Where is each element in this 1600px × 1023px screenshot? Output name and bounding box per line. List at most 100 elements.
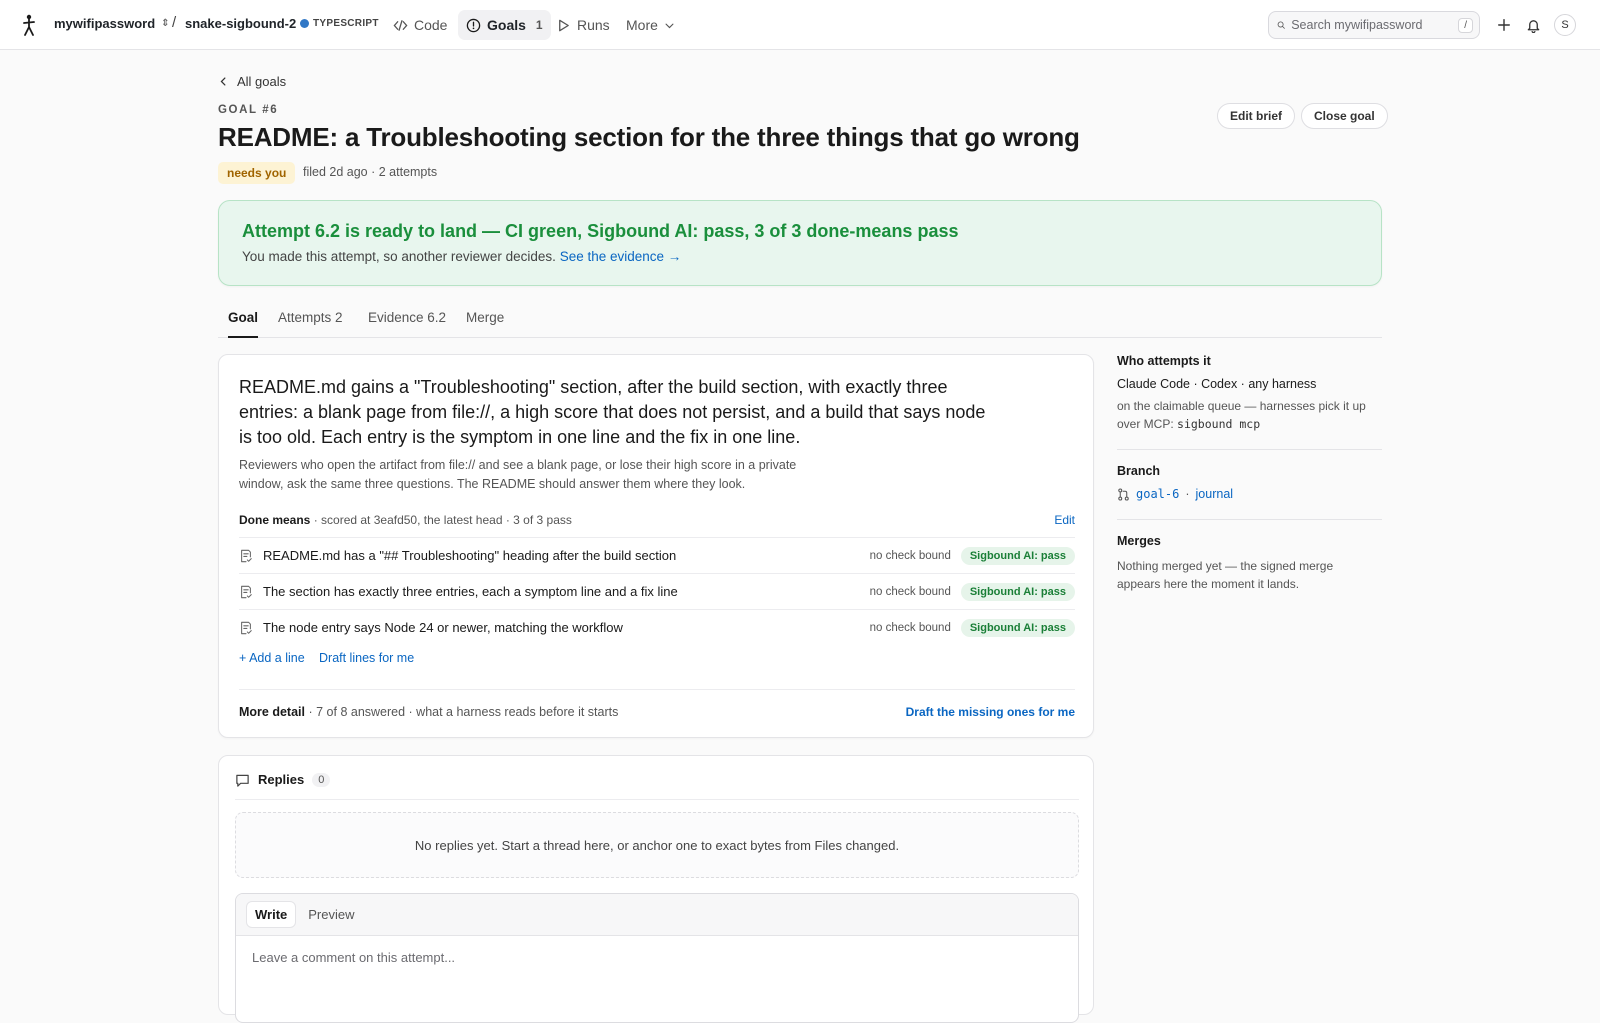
language-dot-icon bbox=[300, 19, 309, 28]
branch-name-link[interactable]: goal-6 bbox=[1136, 487, 1179, 501]
search-box[interactable]: / bbox=[1268, 11, 1480, 39]
goal-circle-icon bbox=[466, 18, 481, 32]
page-title: README: a Troubleshooting section for th… bbox=[218, 122, 1080, 152]
nav-goals-count: 1 bbox=[535, 18, 543, 32]
edit-brief-button[interactable]: Edit brief bbox=[1217, 103, 1296, 129]
repo-name[interactable]: snake-sigbound-2 bbox=[185, 16, 296, 31]
ready-banner: Attempt 6.2 is ready to land — CI green,… bbox=[218, 200, 1382, 286]
org-switcher[interactable]: mywifipassword ⇕ bbox=[54, 16, 170, 31]
nav-more[interactable]: More bbox=[618, 10, 683, 40]
merges-text: Nothing merged yet — the signed merge ap… bbox=[1117, 559, 1334, 591]
criterion-row[interactable]: The node entry says Node 24 or newer, ma… bbox=[239, 609, 1075, 645]
code-icon bbox=[393, 19, 408, 31]
search-icon bbox=[1277, 21, 1285, 29]
criterion-check: no check bound bbox=[869, 549, 951, 562]
back-label: All goals bbox=[237, 74, 287, 89]
who-title: Who attempts it bbox=[1117, 354, 1211, 368]
nav-code[interactable]: Code bbox=[385, 10, 455, 40]
criterion-status-badge: Sigbound AI: pass bbox=[960, 582, 1075, 601]
tab-write[interactable]: Write bbox=[246, 901, 297, 928]
comment-icon bbox=[236, 774, 249, 787]
goal-card: README.md gains a "Troubleshooting" sect… bbox=[218, 354, 1094, 738]
criterion-row[interactable]: The section has exactly three entries, e… bbox=[239, 573, 1075, 609]
divider bbox=[239, 689, 1075, 690]
tab-preview[interactable]: Preview bbox=[300, 902, 362, 927]
sidebar-merges: Merges Nothing merged yet — the signed m… bbox=[1117, 520, 1382, 593]
back-to-all-goals[interactable]: All goals bbox=[218, 74, 286, 89]
language-label: TYPESCRIPT bbox=[313, 18, 379, 29]
tab-merge[interactable]: Merge bbox=[466, 310, 504, 338]
close-goal-button[interactable]: Close goal bbox=[1301, 103, 1388, 129]
org-name: mywifipassword bbox=[54, 16, 156, 31]
add-line-button[interactable]: + Add a line bbox=[239, 651, 305, 665]
criterion-text: The section has exactly three entries, e… bbox=[263, 584, 678, 599]
draft-missing-button[interactable]: Draft the missing ones for me bbox=[906, 705, 1075, 719]
document-check-icon bbox=[241, 621, 252, 634]
goal-meta: filed 2d ago · 2 attempts bbox=[303, 165, 438, 179]
branch-separator: · bbox=[1185, 487, 1190, 501]
goal-sub: Reviewers who open the artifact from fil… bbox=[239, 458, 797, 491]
nav-runs[interactable]: Runs bbox=[548, 10, 618, 40]
logo-icon[interactable] bbox=[20, 14, 38, 36]
who-sub: on the claimable queue — harnesses pick … bbox=[1117, 397, 1382, 433]
journal-link[interactable]: journal bbox=[1196, 487, 1234, 501]
chevron-down-icon bbox=[665, 23, 674, 28]
done-means-label: Done means bbox=[239, 513, 311, 527]
banner-subtitle: You made this attempt, so another review… bbox=[242, 249, 681, 264]
branch-row: goal-6 · journal bbox=[1117, 487, 1382, 501]
criterion-text: The node entry says Node 24 or newer, ma… bbox=[263, 620, 623, 635]
bell-icon[interactable] bbox=[1523, 15, 1543, 35]
nav-goals[interactable]: Goals 1 bbox=[458, 10, 551, 40]
nav-goals-label: Goals bbox=[487, 17, 526, 33]
plus-icon[interactable] bbox=[1494, 15, 1514, 35]
criterion-check: no check bound bbox=[869, 585, 951, 598]
criterion-row[interactable]: README.md has a "## Troubleshooting" hea… bbox=[239, 537, 1075, 573]
play-icon bbox=[559, 19, 569, 31]
criterion-status-badge: Sigbound AI: pass bbox=[960, 546, 1075, 565]
language-badge: TYPESCRIPT bbox=[300, 18, 379, 29]
status-badge: needs you bbox=[218, 162, 296, 184]
merges-title: Merges bbox=[1117, 534, 1161, 548]
document-check-icon bbox=[241, 585, 252, 598]
goal-number: GOAL #6 bbox=[218, 104, 279, 116]
criterion-status-badge: Sigbound AI: pass bbox=[960, 618, 1075, 637]
draft-lines-button[interactable]: Draft lines for me bbox=[319, 651, 414, 665]
sidebar: Who attempts it Claude Code · Codex · an… bbox=[1117, 354, 1382, 593]
more-detail-label: More detail bbox=[239, 705, 305, 719]
top-bar: mywifipassword ⇕ / snake-sigbound-2 TYPE… bbox=[0, 0, 1600, 50]
see-evidence-link[interactable]: See the evidence → bbox=[560, 249, 682, 264]
who-line: Claude Code · Codex · any harness bbox=[1117, 377, 1317, 391]
replies-header: Replies 0 bbox=[235, 772, 1079, 800]
nav-runs-label: Runs bbox=[577, 17, 610, 33]
goal-lead: README.md gains a "Troubleshooting" sect… bbox=[239, 377, 986, 447]
done-means-meta: · scored at 3eafd50, the latest head · 3… bbox=[313, 513, 572, 527]
chevron-left-icon bbox=[220, 77, 226, 86]
replies-title: Replies bbox=[258, 772, 305, 787]
criterion-text: README.md has a "## Troubleshooting" hea… bbox=[263, 548, 677, 563]
search-shortcut: / bbox=[1458, 17, 1473, 33]
tab-evidence[interactable]: Evidence 6.2 bbox=[368, 310, 446, 338]
avatar[interactable]: S bbox=[1554, 14, 1576, 36]
comment-input[interactable] bbox=[236, 936, 1078, 1016]
more-detail-meta: · 7 of 8 answered · what a harness reads… bbox=[308, 705, 619, 719]
edit-done-means-button[interactable]: Edit bbox=[1054, 513, 1075, 527]
criterion-check: no check bound bbox=[869, 621, 951, 634]
path-separator: / bbox=[172, 14, 177, 31]
replies-count: 0 bbox=[312, 773, 331, 787]
sidebar-branch: Branch goal-6 · journal bbox=[1117, 450, 1382, 520]
chevron-updown-icon: ⇕ bbox=[161, 18, 170, 29]
goal-tabs: Goal Attempts 2 Evidence 6.2 Merge bbox=[218, 300, 1382, 338]
comment-editor: Write Preview bbox=[235, 893, 1079, 1023]
more-detail-row: More detail · 7 of 8 answered · what a h… bbox=[239, 705, 1075, 719]
sidebar-who-attempts: Who attempts it Claude Code · Codex · an… bbox=[1117, 354, 1382, 450]
done-means-header: Done means · scored at 3eafd50, the late… bbox=[239, 513, 1075, 527]
nav-code-label: Code bbox=[414, 17, 448, 33]
tab-goal[interactable]: Goal bbox=[228, 310, 259, 338]
replies-card: Replies 0 No replies yet. Start a thread… bbox=[218, 755, 1094, 1023]
branch-icon bbox=[1118, 487, 1129, 501]
tab-attempts[interactable]: Attempts 2 bbox=[278, 310, 343, 338]
who-command: sigbound mcp bbox=[1177, 417, 1261, 431]
branch-title: Branch bbox=[1117, 464, 1161, 478]
document-check-icon bbox=[241, 549, 252, 562]
search-input[interactable] bbox=[1291, 18, 1453, 32]
